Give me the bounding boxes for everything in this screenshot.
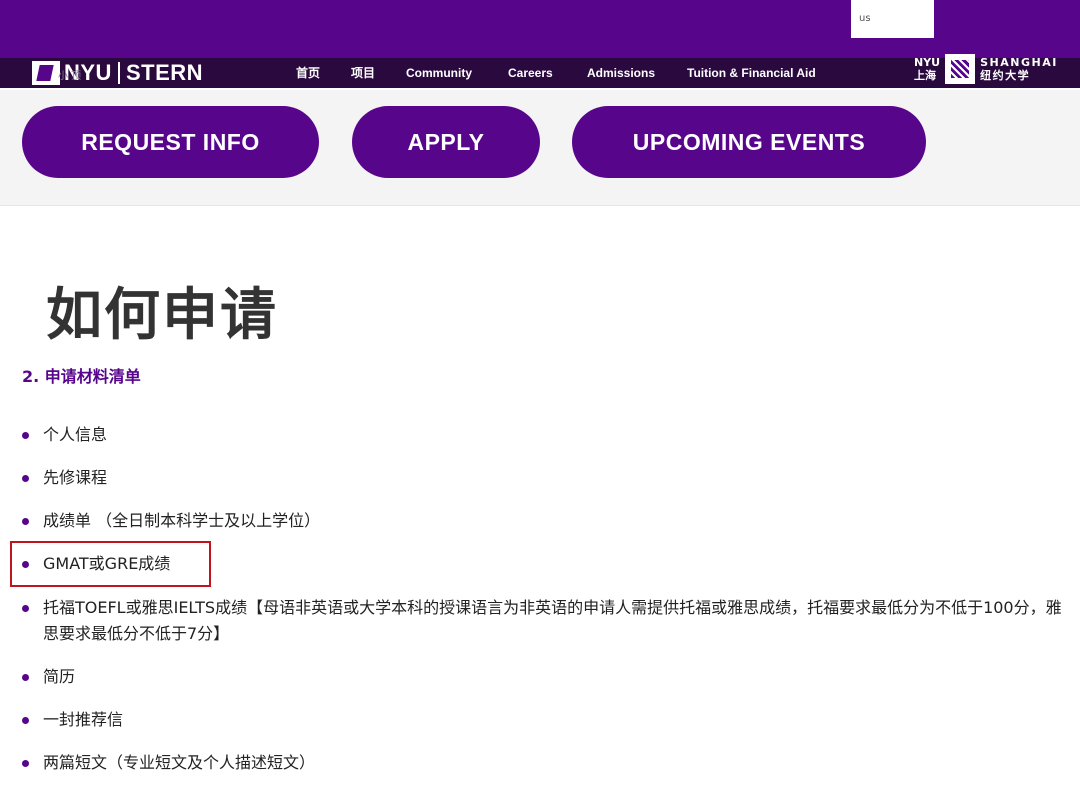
bullet-icon [22, 717, 29, 724]
list-item: 托福TOEFL或雅思IELTS成绩【母语非英语或大学本科的授课语言为非英语的申请… [22, 595, 1072, 647]
list-item: 先修课程 [22, 465, 1072, 491]
nyu-shanghai-left-text: NYU 上海 [914, 56, 940, 82]
requirement-text: 个人信息 [43, 425, 108, 444]
requirement-text: 简历 [43, 667, 76, 686]
nyu-stern-logo[interactable]: 小 顶 NYU STERN [32, 58, 203, 88]
bullet-icon [22, 760, 29, 767]
list-item: 成绩单 （全日制本科学士及以上学位） [22, 508, 1072, 534]
section-heading: 2. 申请材料清单 [22, 367, 141, 386]
requirement-text: 成绩单 （全日制本科学士及以上学位） [43, 511, 321, 530]
list-item: 简历 [22, 664, 1072, 690]
nav-tuition-financial-aid[interactable]: Tuition & Financial Aid [687, 58, 816, 88]
nav-admissions[interactable]: Admissions [587, 58, 655, 88]
request-info-button[interactable]: REQUEST INFO [22, 106, 319, 178]
cta-band: REQUEST INFO APPLY UPCOMING EVENTS [0, 90, 1080, 206]
bullet-icon [22, 432, 29, 439]
nav-careers[interactable]: Careers [508, 58, 553, 88]
requirement-text: 先修课程 [43, 468, 108, 487]
logo-divider [117, 62, 120, 84]
sh-shanghai-cn-text: 上海 [914, 69, 936, 82]
nav-community[interactable]: Community [406, 58, 472, 88]
logo-overlay-text: 小 顶 [58, 71, 82, 82]
sh-nyu-text: NYU [914, 56, 941, 69]
bullet-icon [22, 674, 29, 681]
nav-home[interactable]: 首页 [296, 58, 320, 88]
upcoming-events-button[interactable]: UPCOMING EVENTS [572, 106, 926, 178]
nav-programs[interactable]: 项目 [351, 58, 375, 88]
nyu-shanghai-right-text: SHANGHAI 纽约大学 [980, 56, 1058, 82]
list-item: 两篇短文（专业短文及个人描述短文） [22, 750, 1072, 776]
highlight-annotation-box [10, 541, 211, 587]
bullet-icon [22, 518, 29, 525]
list-item: 个人信息 [22, 422, 1072, 448]
bullet-icon [22, 475, 29, 482]
nyu-shanghai-emblem-icon [945, 54, 976, 84]
requirement-text: 一封推荐信 [43, 710, 124, 729]
apply-button[interactable]: APPLY [352, 106, 540, 178]
requirement-text: 托福TOEFL或雅思IELTS成绩【母语非英语或大学本科的授课语言为非英语的申请… [43, 598, 1062, 643]
nyu-shanghai-logo[interactable]: NYU 上海 SHANGHAI 纽约大学 [914, 52, 1058, 86]
list-item: 一封推荐信 [22, 707, 1072, 733]
sh-niuyue-daxue-text: 纽约大学 [980, 69, 1031, 82]
bullet-icon [22, 605, 29, 612]
logo-stern-text: STERN [125, 60, 204, 85]
requirement-text: 两篇短文（专业短文及个人描述短文） [43, 753, 316, 772]
page-title: 如何申请 [46, 283, 278, 348]
search-input[interactable]: us [851, 0, 934, 38]
sh-shanghai-en-text: SHANGHAI [980, 56, 1058, 69]
nyu-torch-icon [32, 61, 60, 85]
